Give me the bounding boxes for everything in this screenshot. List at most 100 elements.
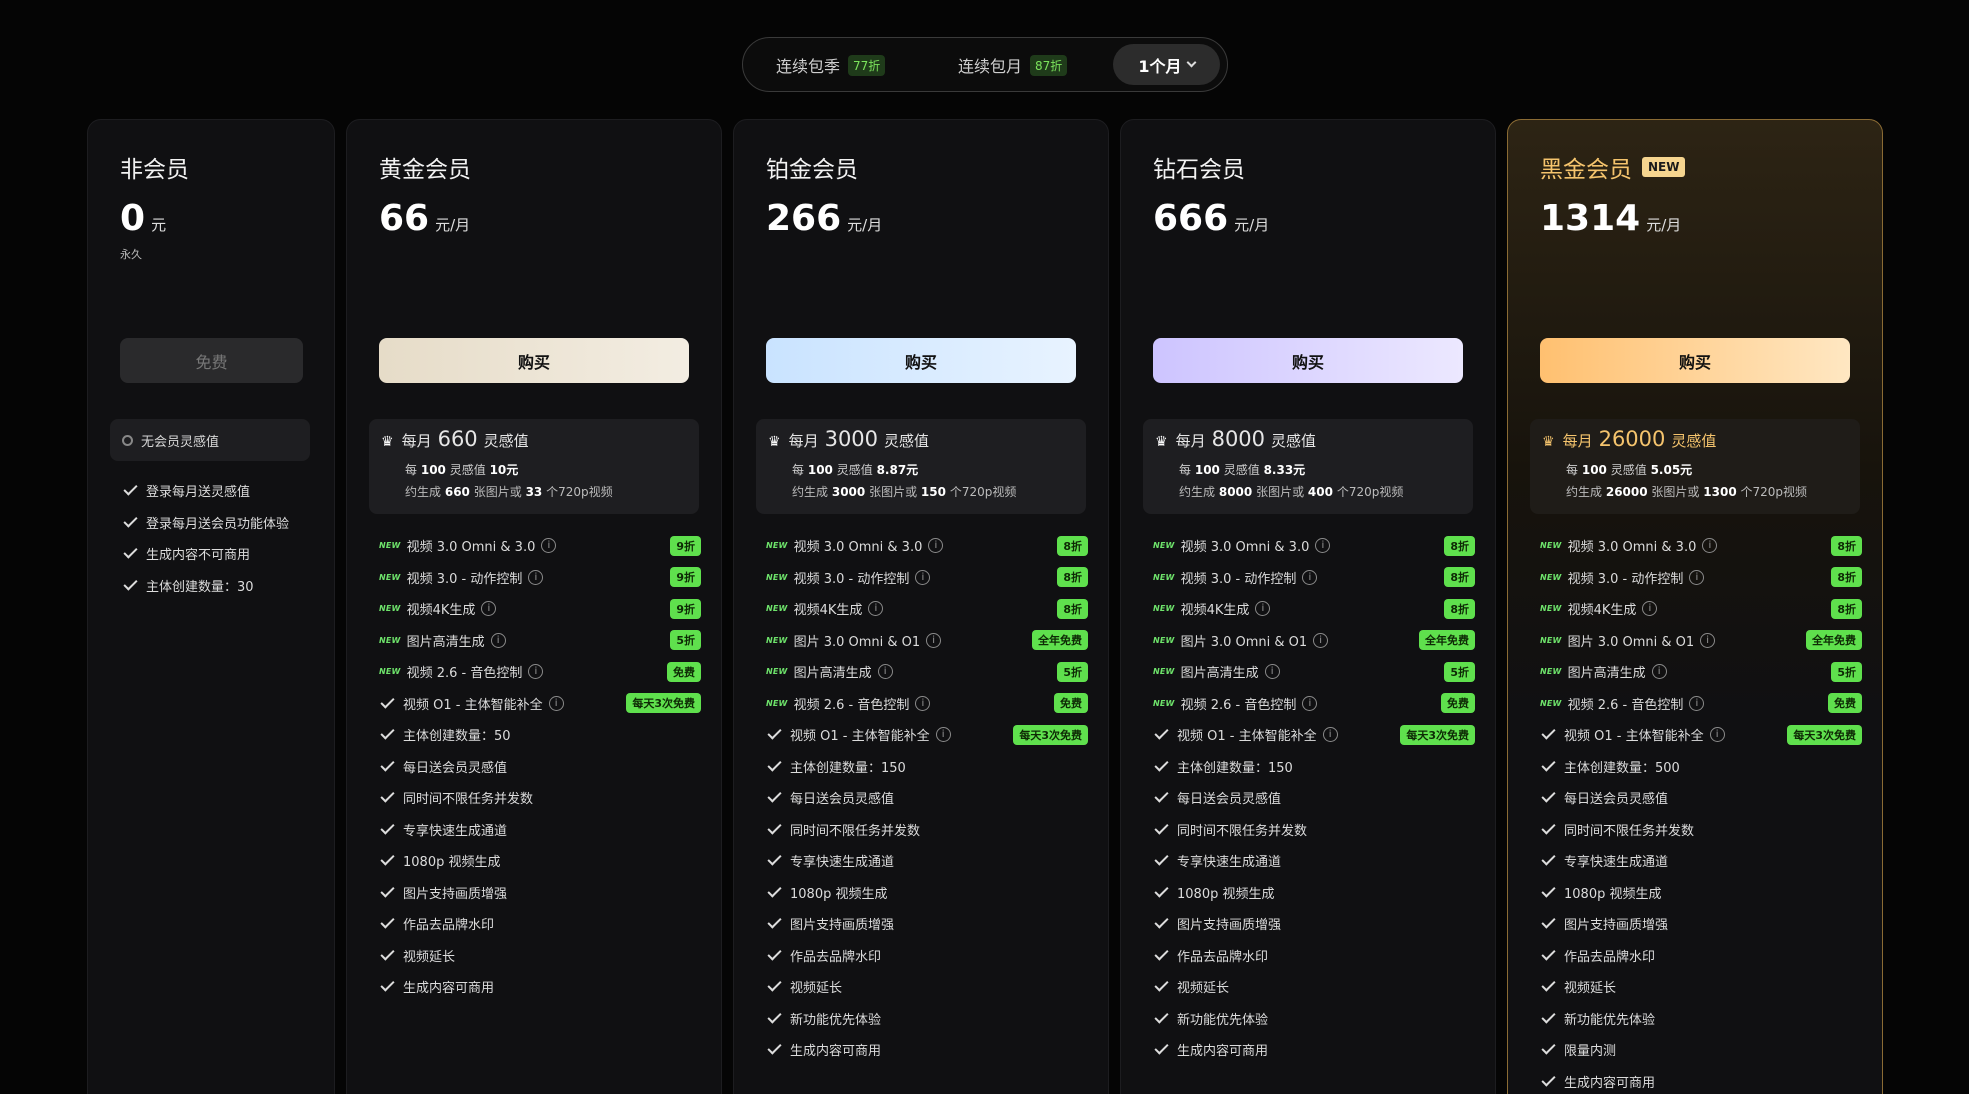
discount-badge: 8折 <box>1831 535 1862 556</box>
monthly-points: ♛ 每月 8000 灵感值 <box>1155 427 1316 451</box>
info-icon[interactable]: i <box>1315 538 1331 554</box>
check-icon <box>767 851 782 866</box>
feature-list: NEW 视频 3.0 Omni & 3.0 i 8折 NEW 视频 3.0 - 动作控制 i… <box>1153 530 1475 1066</box>
info-icon[interactable]: i <box>548 695 564 711</box>
info-icon[interactable]: i <box>877 664 893 680</box>
feature-item: NEW 图片 3.0 Omni & O1 i 全年免费 <box>1540 625 1862 657</box>
feature-item: 主体创建数量：500 <box>1540 751 1862 783</box>
info-icon[interactable]: i <box>1322 727 1338 743</box>
check-icon <box>123 513 138 528</box>
feature-item: 视频延长 <box>1540 971 1862 1003</box>
feature-text: 主体创建数量：150 <box>790 760 906 776</box>
discount-badge: 8折 <box>1444 535 1475 556</box>
unit-price-amount: 100 <box>1194 463 1220 477</box>
price-unit: 元/月 <box>435 216 471 234</box>
quarterly-label: 连续包季 <box>776 57 841 76</box>
feature-text: 1080p 视频生成 <box>790 886 888 902</box>
feature-text: 同时间不限任务并发数 <box>403 792 534 808</box>
feature-item: 专享快速生成通道 <box>379 814 701 846</box>
quarterly-option[interactable]: 连续包季 77折 <box>776 53 886 77</box>
plan-name-text: 非会员 <box>120 157 189 183</box>
gen-images: 8000 <box>1218 485 1253 499</box>
info-icon[interactable]: i <box>1651 664 1667 680</box>
discount-badge: 9折 <box>670 567 701 588</box>
plan-card-diamond: 钻石会员 666 元/月 购买 ♛ 每月 8000 灵感值每 100 灵感值 8.33元 约生成… <box>1120 119 1496 1094</box>
discount-badge: 每天3次免费 <box>1400 724 1475 745</box>
feature-text: 图片支持画质增强 <box>403 886 508 902</box>
info-icon[interactable]: i <box>926 632 942 648</box>
feature-text: 新功能优先体验 <box>790 1012 882 1028</box>
feature-item: NEW 视频 3.0 Omni & 3.0 i 8折 <box>1153 530 1475 562</box>
new-label: NEW <box>766 541 788 551</box>
price-unit: 元/月 <box>847 216 883 234</box>
info-icon[interactable]: i <box>1642 601 1658 617</box>
check-icon <box>1541 977 1556 992</box>
new-label: NEW <box>1153 572 1175 582</box>
info-icon[interactable]: i <box>1313 632 1329 648</box>
feature-item: 专享快速生成通道 <box>1540 845 1862 877</box>
monthly-option[interactable]: 连续包月 87折 <box>958 53 1068 77</box>
quarterly-discount-badge: 77折 <box>848 54 886 76</box>
plan-price: 666 元/月 <box>1153 198 1269 239</box>
feature-item: NEW 视频4K生成 i 8折 <box>766 593 1088 625</box>
info-icon[interactable]: i <box>1709 727 1725 743</box>
info-icon[interactable]: i <box>490 632 506 648</box>
feature-text: 视频 3.0 Omni & 3.0 <box>1567 540 1697 556</box>
buy-button[interactable]: 购买 <box>766 338 1076 383</box>
info-icon[interactable]: i <box>528 569 544 585</box>
feature-list: 登录每月送灵感值 登录每月送会员功能体验 生成内容不可商用 主体创建数量：30 <box>122 475 314 601</box>
new-label: NEW <box>1153 541 1175 551</box>
discount-badge: 9折 <box>670 598 701 619</box>
buy-button[interactable]: 购买 <box>1153 338 1463 383</box>
check-icon <box>380 725 395 740</box>
feature-item: 视频 O1 - 主体智能补全 i 每天3次免费 <box>1153 719 1475 751</box>
check-icon <box>1541 1072 1556 1087</box>
gen-pre: 约生成 <box>405 485 442 499</box>
info-icon[interactable]: i <box>481 601 497 617</box>
info-icon[interactable]: i <box>928 538 944 554</box>
info-icon[interactable]: i <box>528 664 544 680</box>
feature-item: 同时间不限任务并发数 <box>1153 814 1475 846</box>
feature-text: 同时间不限任务并发数 <box>1564 823 1695 839</box>
points-amount: 3000 <box>824 427 879 451</box>
feature-item: 专享快速生成通道 <box>766 845 1088 877</box>
info-icon[interactable]: i <box>935 727 951 743</box>
plan-card-gold: 黄金会员 66 元/月 购买 ♛ 每月 660 灵感值每 100 灵感值 10元 约生成 660… <box>346 119 722 1094</box>
buy-button[interactable]: 购买 <box>379 338 689 383</box>
check-icon <box>380 757 395 772</box>
info-icon[interactable]: i <box>1702 538 1718 554</box>
feature-item: NEW 图片高清生成 i 5折 <box>379 625 701 657</box>
info-icon[interactable]: i <box>868 601 884 617</box>
info-icon[interactable]: i <box>541 538 557 554</box>
check-icon <box>1154 1009 1169 1024</box>
check-icon <box>1541 1040 1556 1055</box>
new-label: NEW <box>1540 541 1562 551</box>
info-icon[interactable]: i <box>1700 632 1716 648</box>
check-icon <box>1154 757 1169 772</box>
info-icon[interactable]: i <box>1689 695 1705 711</box>
info-icon[interactable]: i <box>1302 695 1318 711</box>
feature-item: NEW 视频 3.0 Omni & 3.0 i 8折 <box>766 530 1088 562</box>
check-icon <box>767 820 782 835</box>
feature-item: 每日送会员灵感值 <box>766 782 1088 814</box>
check-icon <box>380 977 395 992</box>
info-icon[interactable]: i <box>915 695 931 711</box>
free-button[interactable]: 免费 <box>120 338 303 383</box>
buy-button[interactable]: 购买 <box>1540 338 1850 383</box>
feature-item: NEW 视频 2.6 - 音色控制 i 免费 <box>766 688 1088 720</box>
gen-images: 3000 <box>831 485 866 499</box>
duration-select[interactable]: 1个月 <box>1113 44 1220 85</box>
gen-videos: 33 <box>525 485 543 499</box>
info-icon[interactable]: i <box>1302 569 1318 585</box>
new-tag: NEW <box>1642 157 1686 177</box>
plan-card-black-gold: 黑金会员 NEW 1314 元/月 购买 ♛ 每月 26000 灵感值每 100 灵感值 5.0… <box>1507 119 1883 1094</box>
discount-badge: 8折 <box>1444 598 1475 619</box>
feature-text: 视频延长 <box>403 949 456 965</box>
new-label: NEW <box>766 604 788 614</box>
check-icon <box>1154 946 1169 961</box>
info-icon[interactable]: i <box>1264 664 1280 680</box>
info-icon[interactable]: i <box>1255 601 1271 617</box>
info-icon[interactable]: i <box>915 569 931 585</box>
info-icon[interactable]: i <box>1689 569 1705 585</box>
discount-badge: 全年免费 <box>1032 630 1088 651</box>
